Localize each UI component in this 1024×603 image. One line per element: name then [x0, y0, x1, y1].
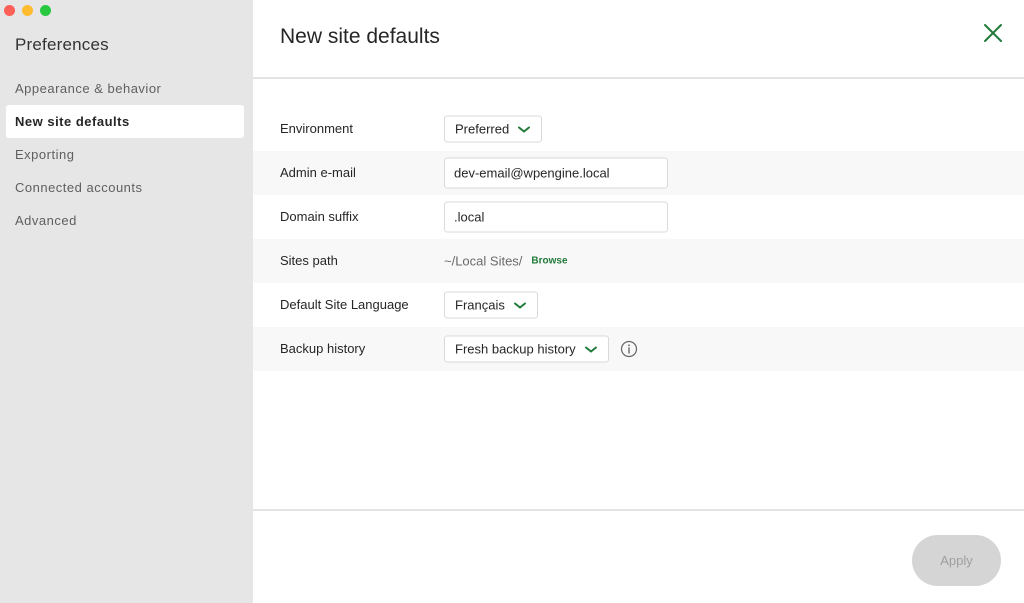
- backup-history-value: Fresh backup history: [455, 341, 576, 357]
- domain-suffix-field[interactable]: [444, 201, 668, 233]
- backup-history-label: Backup history: [280, 341, 366, 356]
- admin-email-field[interactable]: [444, 157, 668, 189]
- language-row: Default Site Language Français: [253, 283, 1024, 327]
- sidebar: Preferences Appearance & behavior New si…: [0, 0, 253, 603]
- window-maximize-button[interactable]: [40, 5, 51, 16]
- sidebar-item-new-site-defaults[interactable]: New site defaults: [6, 105, 244, 138]
- window-close-button[interactable]: [4, 5, 15, 16]
- sidebar-nav: Appearance & behavior New site defaults …: [6, 72, 244, 237]
- environment-label: Environment: [280, 121, 353, 136]
- chevron-down-icon: [513, 302, 526, 309]
- header: New site defaults: [253, 0, 1024, 79]
- language-select[interactable]: Français: [444, 291, 538, 319]
- environment-value: Preferred: [455, 121, 510, 137]
- sidebar-item-advanced[interactable]: Advanced: [6, 204, 244, 237]
- sites-path-value: ~/Local Sites/: [444, 253, 523, 269]
- chevron-down-icon: [518, 126, 531, 133]
- window-controls: [4, 5, 51, 16]
- domain-suffix-row: Domain suffix: [253, 195, 1024, 239]
- sidebar-item-exporting[interactable]: Exporting: [6, 138, 244, 171]
- footer: Apply: [253, 509, 1024, 603]
- language-value: Français: [455, 297, 505, 313]
- sites-path-label: Sites path: [280, 253, 338, 268]
- admin-email-label: Admin e-mail: [280, 165, 356, 180]
- settings-form: Environment Preferred Admin e-mail Domai…: [253, 107, 1024, 371]
- environment-row: Environment Preferred: [253, 107, 1024, 151]
- sidebar-item-appearance[interactable]: Appearance & behavior: [6, 72, 244, 105]
- admin-email-row: Admin e-mail: [253, 151, 1024, 195]
- main-panel: New site defaults Environment Preferred …: [253, 0, 1024, 603]
- backup-history-row: Backup history Fresh backup history: [253, 327, 1024, 371]
- backup-history-select[interactable]: Fresh backup history: [444, 335, 609, 363]
- info-icon[interactable]: [620, 340, 638, 358]
- apply-button[interactable]: Apply: [912, 535, 1001, 586]
- page-title: New site defaults: [280, 25, 440, 48]
- window-minimize-button[interactable]: [22, 5, 33, 16]
- sites-path-row: Sites path ~/Local Sites/ Browse: [253, 239, 1024, 283]
- language-label: Default Site Language: [280, 297, 409, 312]
- domain-suffix-label: Domain suffix: [280, 209, 359, 224]
- close-icon[interactable]: [982, 22, 1004, 44]
- sidebar-item-connected-accounts[interactable]: Connected accounts: [6, 171, 244, 204]
- chevron-down-icon: [584, 346, 597, 353]
- environment-select[interactable]: Preferred: [444, 115, 543, 143]
- browse-button[interactable]: Browse: [531, 256, 567, 267]
- sidebar-title: Preferences: [15, 35, 109, 54]
